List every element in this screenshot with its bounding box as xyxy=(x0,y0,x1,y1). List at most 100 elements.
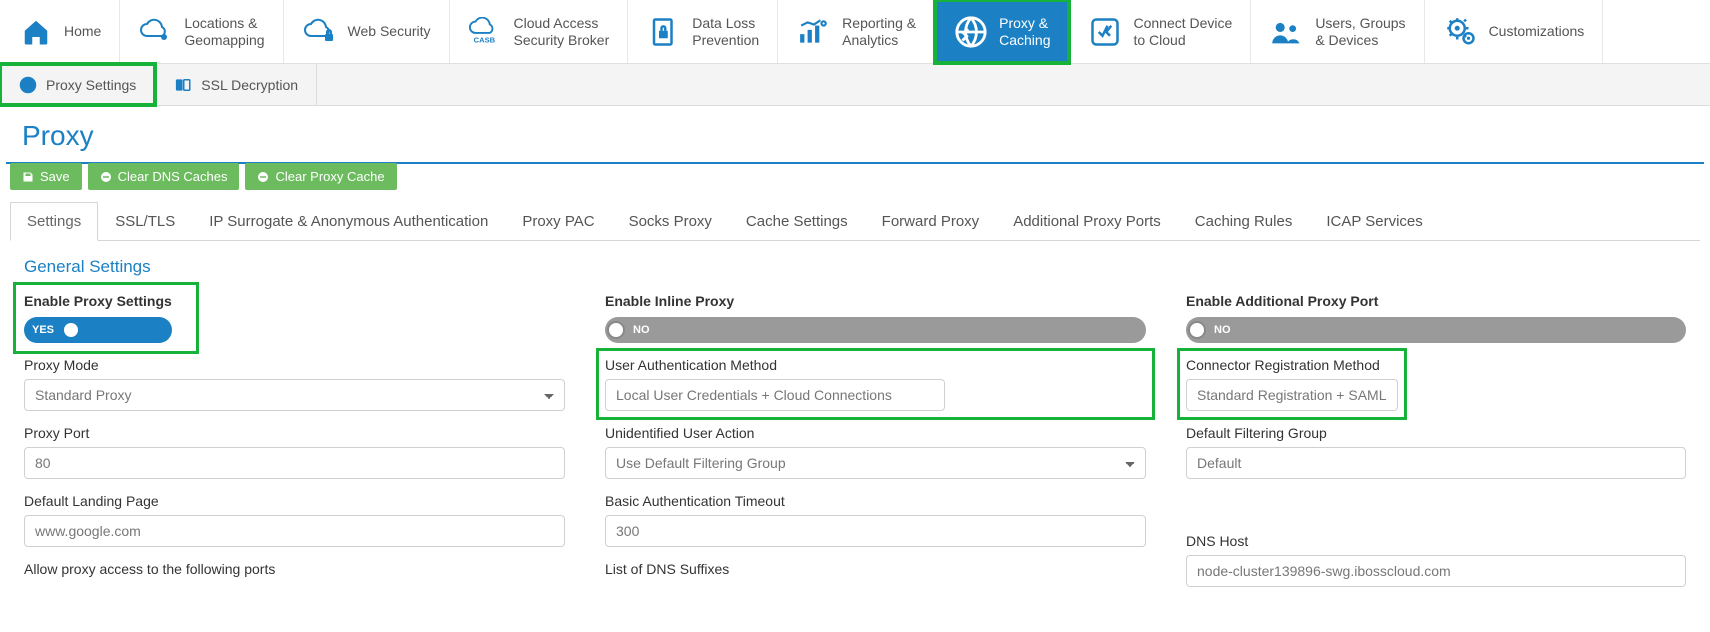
connect-icon xyxy=(1087,14,1123,50)
save-button[interactable]: Save xyxy=(10,163,82,190)
enable-addl-port-toggle[interactable]: NO xyxy=(1186,317,1686,343)
tabs: Settings SSL/TLS IP Surrogate & Anonymou… xyxy=(10,202,1700,241)
globe-icon xyxy=(953,14,989,50)
nav-label: Users, Groups xyxy=(1315,15,1405,31)
tab-cache-settings[interactable]: Cache Settings xyxy=(729,202,865,240)
gear-icon xyxy=(1443,14,1479,50)
tab-label: Settings xyxy=(27,213,81,230)
landing-page-input[interactable] xyxy=(24,515,565,547)
top-nav: Home Locations &Geomapping Web Security … xyxy=(0,0,1710,64)
nav-connect-device[interactable]: Connect Deviceto Cloud xyxy=(1069,0,1251,63)
nav-dlp[interactable]: Data LossPrevention xyxy=(628,0,778,63)
nav-web-security[interactable]: Web Security xyxy=(284,0,450,63)
landing-page-label: Default Landing Page xyxy=(24,493,565,509)
tab-proxy-pac[interactable]: Proxy PAC xyxy=(505,202,611,240)
nav-users-groups[interactable]: Users, Groups& Devices xyxy=(1251,0,1424,63)
unidentified-select[interactable]: Use Default Filtering Group xyxy=(605,447,1146,479)
save-icon xyxy=(22,171,34,183)
nav-home[interactable]: Home xyxy=(0,0,120,63)
nav-label: Cloud Access xyxy=(514,15,610,31)
subnav-proxy-settings[interactable]: Proxy Settings xyxy=(0,64,155,105)
dns-host-input[interactable] xyxy=(1186,555,1686,587)
page-title: Proxy xyxy=(6,106,1704,164)
tab-label: ICAP Services xyxy=(1326,213,1422,230)
proxy-mode-label: Proxy Mode xyxy=(24,357,565,373)
auth-method-input[interactable] xyxy=(605,379,945,411)
enable-proxy-label: Enable Proxy Settings xyxy=(24,293,172,309)
toggle-knob-icon xyxy=(607,321,625,339)
subnav-label: SSL Decryption xyxy=(201,77,298,93)
proxy-port-input[interactable] xyxy=(24,447,565,479)
tab-settings[interactable]: Settings xyxy=(10,202,98,241)
home-icon xyxy=(18,14,54,50)
nav-label: Proxy & xyxy=(999,15,1050,31)
clear-dns-button[interactable]: Clear DNS Caches xyxy=(88,163,240,190)
tab-ssl-tls[interactable]: SSL/TLS xyxy=(98,202,192,240)
tab-label: Cache Settings xyxy=(746,213,848,230)
toggle-label: NO xyxy=(1208,324,1237,336)
analytics-icon xyxy=(796,14,832,50)
tab-label: Additional Proxy Ports xyxy=(1013,213,1161,230)
nav-reporting[interactable]: Reporting &Analytics xyxy=(778,0,935,63)
content-area: General Settings Enable Proxy Settings Y… xyxy=(0,241,1710,603)
tab-socks-proxy[interactable]: Socks Proxy xyxy=(612,202,729,240)
tab-label: Caching Rules xyxy=(1195,213,1293,230)
tab-ip-surrogate[interactable]: IP Surrogate & Anonymous Authentication xyxy=(192,202,505,240)
enable-addl-port-label: Enable Additional Proxy Port xyxy=(1186,293,1686,309)
tab-additional-ports[interactable]: Additional Proxy Ports xyxy=(996,202,1178,240)
ssl-icon xyxy=(173,75,193,95)
nav-locations[interactable]: Locations &Geomapping xyxy=(120,0,283,63)
basic-auth-label: Basic Authentication Timeout xyxy=(605,493,1146,509)
nav-label: Web Security xyxy=(348,23,431,39)
filtering-group-label: Default Filtering Group xyxy=(1186,425,1686,441)
dns-suffixes-label: List of DNS Suffixes xyxy=(605,561,1146,577)
tab-caching-rules[interactable]: Caching Rules xyxy=(1178,202,1310,240)
nav-customizations[interactable]: Customizations xyxy=(1425,0,1604,63)
nav-label: Locations & xyxy=(184,15,264,31)
column-1: Enable Proxy Settings YES Proxy Mode Sta… xyxy=(24,293,565,587)
auth-method-label: User Authentication Method xyxy=(605,357,1146,373)
clear-proxy-button[interactable]: Clear Proxy Cache xyxy=(245,163,396,190)
nav-label: Home xyxy=(64,23,101,39)
connector-input[interactable] xyxy=(1186,379,1398,411)
unidentified-label: Unidentified User Action xyxy=(605,425,1146,441)
minus-circle-icon xyxy=(257,171,269,183)
section-title: General Settings xyxy=(24,257,1686,277)
enable-proxy-toggle[interactable]: YES xyxy=(24,317,172,343)
globe-small-icon xyxy=(18,75,38,95)
minus-circle-icon xyxy=(100,171,112,183)
subnav-ssl-decryption[interactable]: SSL Decryption xyxy=(155,64,317,105)
nav-label: Data Loss xyxy=(692,15,759,31)
toggle-knob-icon xyxy=(1188,321,1206,339)
sub-nav: Proxy Settings SSL Decryption xyxy=(0,64,1710,106)
enable-inline-toggle[interactable]: NO xyxy=(605,317,1146,343)
nav-label: Connect Device xyxy=(1133,15,1232,31)
svg-text:CASB: CASB xyxy=(473,35,495,44)
basic-auth-input[interactable] xyxy=(605,515,1146,547)
button-label: Clear Proxy Cache xyxy=(275,169,384,184)
allow-ports-label: Allow proxy access to the following port… xyxy=(24,561,565,577)
tab-icap-services[interactable]: ICAP Services xyxy=(1309,202,1439,240)
nav-label: Reporting & xyxy=(842,15,916,31)
nav-proxy-caching[interactable]: Proxy &Caching xyxy=(935,0,1069,63)
connector-label: Connector Registration Method xyxy=(1186,357,1398,373)
nav-label2: Geomapping xyxy=(184,32,264,48)
nav-label2: Caching xyxy=(999,32,1050,48)
nav-casb[interactable]: CASB Cloud AccessSecurity Broker xyxy=(450,0,629,63)
cloud-pin-icon xyxy=(138,14,174,50)
nav-label2: & Devices xyxy=(1315,32,1405,48)
cloud-lock-icon xyxy=(302,14,338,50)
enable-inline-label: Enable Inline Proxy xyxy=(605,293,1146,309)
tab-forward-proxy[interactable]: Forward Proxy xyxy=(865,202,997,240)
proxy-port-label: Proxy Port xyxy=(24,425,565,441)
users-icon xyxy=(1269,14,1305,50)
button-label: Save xyxy=(40,169,70,184)
action-bar: Save Clear DNS Caches Clear Proxy Cache xyxy=(0,163,1710,190)
nav-label2: to Cloud xyxy=(1133,32,1232,48)
nav-label2: Analytics xyxy=(842,32,916,48)
proxy-mode-select[interactable]: Standard Proxy xyxy=(24,379,565,411)
nav-label: Customizations xyxy=(1489,23,1585,39)
filtering-group-input[interactable] xyxy=(1186,447,1686,479)
dns-host-label: DNS Host xyxy=(1186,533,1686,549)
nav-label2: Security Broker xyxy=(514,32,610,48)
